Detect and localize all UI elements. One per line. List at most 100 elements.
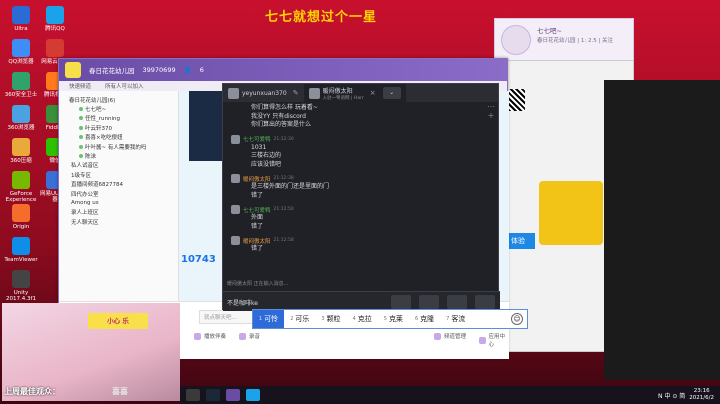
- desktop-icon[interactable]: 腾讯QQ: [38, 6, 72, 32]
- user-icon: 👤: [183, 66, 192, 74]
- desktop-icon[interactable]: 360压缩: [4, 138, 38, 164]
- ime-candidate[interactable]: 6 克隆: [409, 310, 440, 328]
- toolbar-app-center[interactable]: 应用中心: [479, 332, 509, 348]
- chat-input[interactable]: 不是咖啡ke: [227, 298, 258, 307]
- channel-tree-item[interactable]: 四代办公室: [65, 189, 172, 198]
- message-author[interactable]: 七七可爱鸭: [243, 135, 271, 143]
- app-icon: [12, 105, 30, 123]
- taskbar-app-icon[interactable]: [186, 389, 200, 401]
- desktop-icon[interactable]: Ultra: [4, 6, 38, 32]
- toolbar-label: 频道管理: [444, 334, 467, 340]
- desktop-icon-label: 360压缩: [10, 158, 32, 164]
- avatar[interactable]: [231, 205, 240, 214]
- channel-tree-label: 叶叶酱~ 有人需要我的吗: [85, 144, 147, 151]
- channel-tree-item[interactable]: 私人试音区: [65, 161, 172, 170]
- avatar[interactable]: [231, 236, 240, 245]
- channel-tree-label: 喜喜×吃吃傻妞: [85, 135, 123, 142]
- channel-tree-label: 叶云轩370: [85, 125, 112, 132]
- clock[interactable]: 23:16 2021/6/2: [689, 388, 714, 402]
- toolbar-record[interactable]: 录音: [239, 332, 260, 340]
- ime-emoji-icon[interactable]: ☺: [511, 313, 523, 325]
- channel-tree-item[interactable]: 叶云轩370: [65, 123, 172, 132]
- ime-candidate[interactable]: 4 克拉: [347, 310, 378, 328]
- ime-candidate[interactable]: 1 可怜: [253, 310, 285, 328]
- send-button[interactable]: [475, 295, 495, 309]
- chevron-down-icon[interactable]: ⌄: [382, 87, 401, 99]
- emoji-button[interactable]: [391, 295, 411, 309]
- add-icon[interactable]: +: [484, 111, 498, 120]
- file-button[interactable]: [447, 295, 467, 309]
- steam-icon[interactable]: [206, 389, 220, 401]
- channel-tree-item[interactable]: 1级专区: [65, 170, 172, 179]
- toolbar-channel-manage[interactable]: 频道管理: [434, 332, 466, 340]
- message-time: 21:12:58: [273, 238, 294, 243]
- ime-candidate[interactable]: 5 克莱: [378, 310, 409, 328]
- avatar[interactable]: [231, 174, 240, 183]
- online-dot-icon: [79, 144, 83, 149]
- desktop-icon[interactable]: 360浏览器: [4, 105, 38, 131]
- online-dot-icon: [79, 125, 83, 130]
- tab-quick-channel[interactable]: 快速频道: [69, 82, 91, 90]
- tab-all-join[interactable]: 所有人可以加入: [105, 82, 144, 90]
- channel-logo-icon: [65, 62, 81, 78]
- desktop-icon[interactable]: TeamViewer: [4, 237, 38, 263]
- chat-side-tools: ⋯ +: [484, 102, 498, 132]
- ime-candidate[interactable]: 7 客流: [440, 310, 471, 328]
- toolbar-accompany[interactable]: 播放伴奏: [194, 332, 226, 340]
- channel-tree-item[interactable]: 叶叶酱~ 有人需要我的吗: [65, 142, 172, 151]
- channel-tree-item[interactable]: 陈沫: [65, 151, 172, 160]
- message-header: 暖闷傲太阳 21:12:38: [231, 174, 477, 183]
- stat-number: 10743: [181, 254, 216, 265]
- avatar[interactable]: [231, 134, 240, 144]
- channel-tree-item[interactable]: 任性_running: [65, 114, 172, 123]
- message-header: 七七可爱鸭 21:12:50: [231, 205, 477, 214]
- ime-candidate[interactable]: 2 可乐: [284, 310, 315, 328]
- channel-tree-item[interactable]: 无人聊天区: [65, 217, 172, 226]
- desktop-icon[interactable]: Unity 2017.4.3f1: [4, 270, 38, 302]
- chat-tab-yeyunxuan[interactable]: yeyunxuan370 ✎: [223, 84, 304, 102]
- online-dot-icon: [79, 154, 83, 159]
- image-button[interactable]: [419, 295, 439, 309]
- close-icon[interactable]: ✎: [293, 89, 299, 97]
- desktop-icon[interactable]: QQ浏览器: [4, 39, 38, 65]
- channel-tree-item[interactable]: 直播间频道6827784: [65, 180, 172, 189]
- qq-icon[interactable]: [246, 389, 260, 401]
- message-author[interactable]: 暖闷傲太阳: [243, 175, 271, 183]
- app-icon: [12, 72, 30, 90]
- streamer-avatar[interactable]: [501, 25, 531, 55]
- more-icon[interactable]: ⋯: [484, 102, 498, 111]
- desktop-icon[interactable]: 360安全卫士: [4, 72, 38, 98]
- desktop-icon[interactable]: Origin: [4, 204, 38, 230]
- app-icon: [12, 39, 30, 57]
- close-icon[interactable]: ×: [370, 89, 376, 97]
- message-author[interactable]: 暖闷傲太阳: [243, 237, 271, 245]
- stream-title: 七七就想过个一星: [265, 10, 378, 25]
- ime-candidate-text: 可怜: [264, 315, 279, 323]
- ime-candidate-number: 2: [290, 316, 294, 322]
- app-icon: [46, 39, 64, 57]
- channel-tree-label: 七七吧~: [85, 107, 107, 114]
- ime-candidate-text: 可乐: [295, 315, 310, 323]
- channel-tree-item[interactable]: 录人上班区: [65, 208, 172, 217]
- channel-tree-item[interactable]: 喜喜×吃吃傻妞: [65, 133, 172, 142]
- ime-status[interactable]: N 中 ⊙ 简: [658, 391, 685, 400]
- yy-icon[interactable]: [226, 389, 240, 401]
- app-icon: [12, 6, 30, 24]
- desktop-icon-label: Origin: [12, 224, 30, 230]
- app-icon: [46, 6, 64, 24]
- toolbar-label: 播放伴奏: [204, 334, 227, 340]
- channel-tree-item[interactable]: Among us: [65, 198, 172, 207]
- desktop-icon[interactable]: GeForce Experience: [4, 171, 38, 203]
- desktop-icon-label: 360安全卫士: [4, 92, 38, 98]
- message-author[interactable]: 七七可爱鸭: [243, 206, 271, 214]
- message-line: 外面: [251, 214, 264, 221]
- chat-message: 你们算得怎么样 玩着看~ 我没YY 只有discord 你们算出的答案是什么: [231, 104, 477, 130]
- chat-tab-active[interactable]: 暖闷傲太阳 入驻一粤语网 | Harr × ⌄: [303, 84, 406, 102]
- message-line: 你们算得怎么样 玩着看~: [251, 104, 318, 111]
- ime-candidate-number: 4: [352, 316, 356, 322]
- message-line: 1031: [251, 143, 267, 151]
- channel-tree-item[interactable]: 春日花花幼儿园(6): [65, 95, 172, 104]
- ime-candidate[interactable]: 3 颗粒: [315, 310, 346, 328]
- channel-tree-item[interactable]: 七七吧~: [65, 104, 172, 113]
- ime-candidate-text: 克莱: [388, 315, 403, 323]
